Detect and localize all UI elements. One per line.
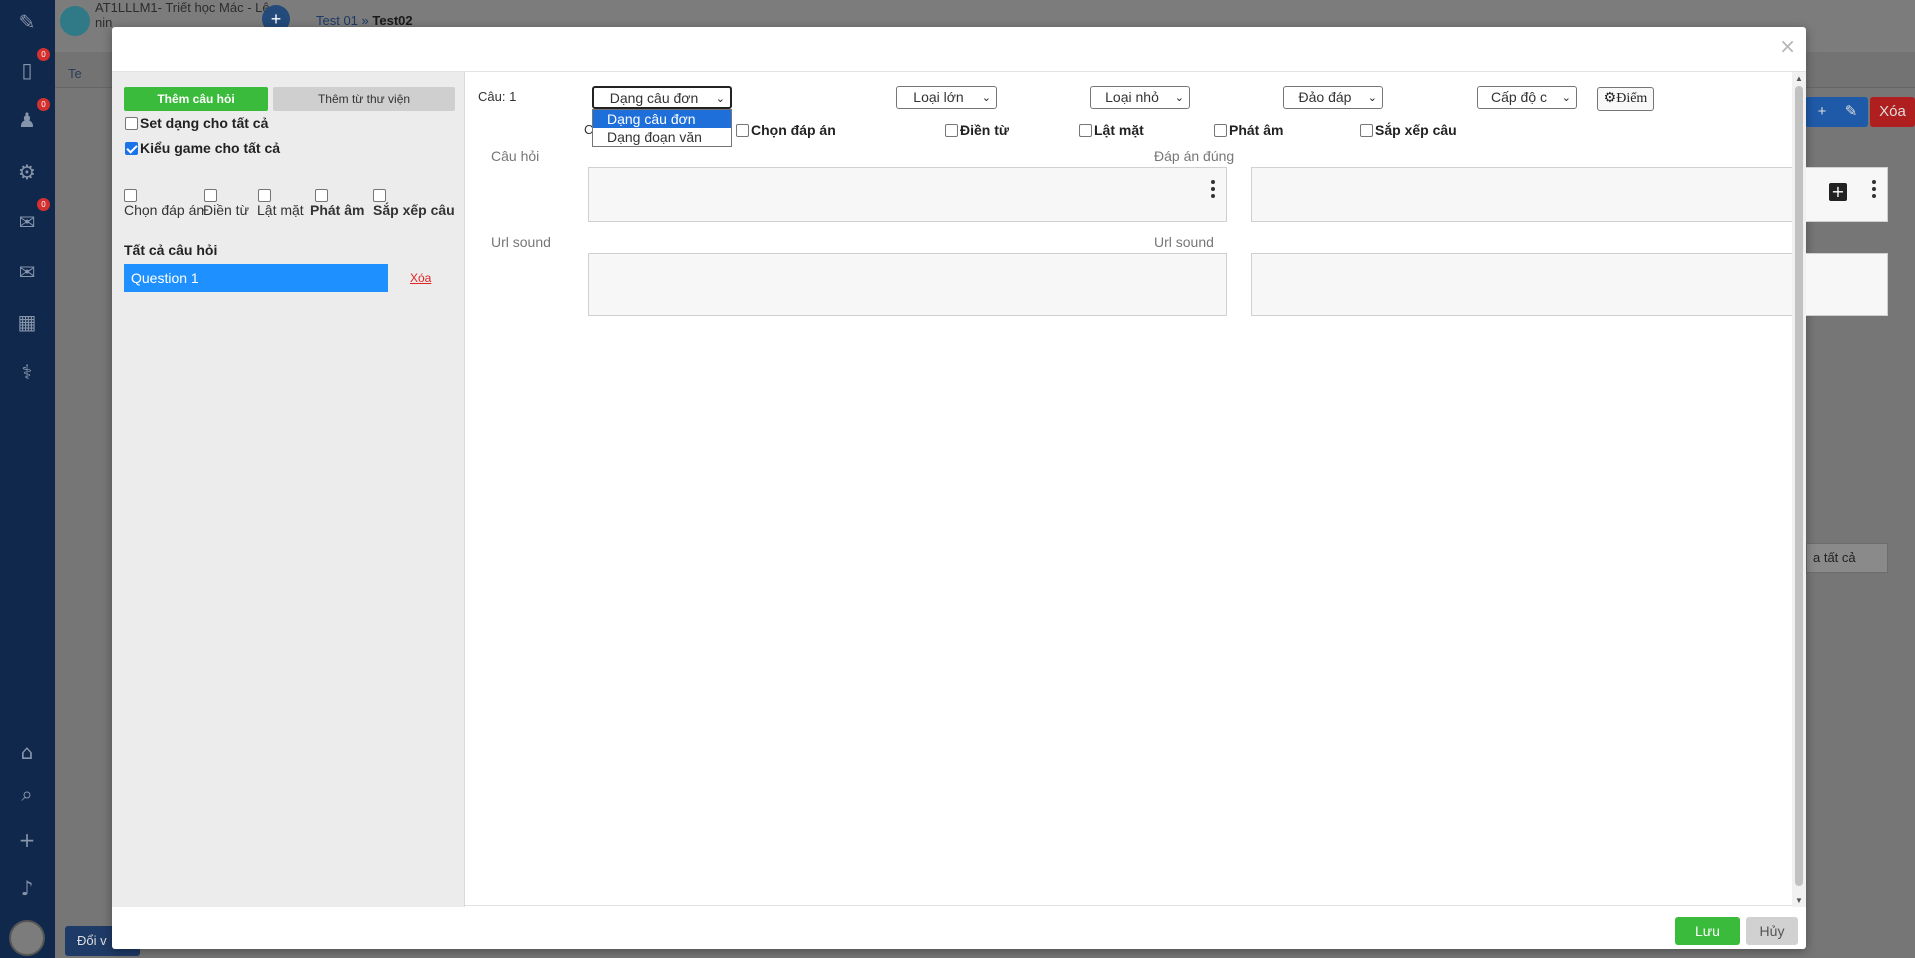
checkbox[interactable] [373, 189, 386, 202]
scrollbar[interactable]: ▲ ▼ [1792, 72, 1806, 907]
question-detail-panel: Câu: 1 Dạng câu đơn ⌄ Dạng câu đơn Dạng … [466, 72, 1888, 907]
plus-icon[interactable]: + [1829, 183, 1847, 201]
chevron-down-icon: ⌄ [715, 92, 725, 105]
settings-icon[interactable]: ⚙ [15, 160, 39, 184]
mail-icon[interactable]: ✉ [15, 260, 39, 284]
big-category-select[interactable]: Loại lớn ⌄ [896, 86, 997, 109]
close-icon[interactable]: × [1779, 34, 1796, 58]
small-category-select[interactable]: Loại nhỏ ⌄ [1090, 86, 1190, 109]
question-number: Câu: 1 [478, 89, 517, 104]
question-field[interactable] [588, 167, 1227, 222]
gear-icon: ⚙ [1603, 91, 1617, 106]
check-pronounce[interactable]: Phát âm [1214, 122, 1283, 138]
game-option-sort-sentence[interactable]: Sắp xếp câu [373, 189, 455, 218]
modal-footer: Lưu Hủy [112, 906, 1806, 949]
check-fill-word[interactable]: Điền từ [945, 122, 1009, 138]
tab-label[interactable]: Te [68, 66, 82, 81]
breadcrumb-current: Test02 [372, 13, 413, 28]
check-choose-answer[interactable]: Chọn đáp án [736, 122, 836, 138]
answer-label: Đáp án đúng [1154, 148, 1235, 164]
course-title: AT1LLLM1- Triết học Mác - Lê nin [95, 0, 270, 30]
scroll-up-icon[interactable]: ▲ [1795, 74, 1803, 83]
scroll-down-icon[interactable]: ▼ [1795, 896, 1803, 905]
game-type-all-label: Kiểu game cho tất cả [140, 140, 281, 156]
shuffle-select[interactable]: Đảo đáp ⌄ [1283, 86, 1383, 109]
select-all-button[interactable]: a tất cả [1806, 543, 1888, 573]
level-select[interactable]: Cấp độ c ⌄ [1477, 86, 1577, 109]
course-logo [60, 6, 90, 36]
question-type-select[interactable]: Dạng câu đơn ⌄ [592, 86, 732, 109]
chevron-right-icon: » [361, 13, 373, 28]
users-icon[interactable]: ♟ [15, 108, 39, 132]
home-icon[interactable]: ⌂ [15, 740, 39, 764]
checkbox[interactable] [258, 189, 271, 202]
chevron-down-icon: ⌄ [1561, 91, 1571, 104]
url-sound-label: Url sound [491, 234, 551, 250]
chevron-down-icon: ⌄ [981, 91, 991, 104]
checkbox[interactable] [945, 123, 958, 137]
more-options-icon[interactable] [1871, 180, 1877, 202]
notification-badge: 0 [37, 48, 50, 61]
cancel-button[interactable]: Hủy [1746, 917, 1798, 945]
set-type-all-label: Set dạng cho tất cả [140, 115, 269, 131]
notification-badge: 0 [37, 98, 50, 111]
game-option-choose-answer[interactable]: Chọn đáp án [124, 189, 204, 218]
url-sound-field[interactable] [588, 253, 1227, 316]
chevron-down-icon: ⌄ [1174, 91, 1184, 104]
checkbox[interactable] [1079, 123, 1092, 137]
search-icon[interactable]: ⌕ [15, 782, 39, 806]
app-sidebar: ✎ ▯ 0 ♟ 0 ⚙ ✉ 0 ✉ ▦ ⚕ ⌂ ⌕ + ♪ [0, 0, 55, 958]
url-sound-label: Url sound [1154, 234, 1214, 250]
save-button[interactable]: Lưu [1675, 917, 1740, 945]
checkbox[interactable] [204, 189, 217, 202]
game-option-pronounce[interactable]: Phát âm [310, 189, 364, 218]
question-type-dropdown: Dạng câu đơn Dạng đoạn văn [592, 109, 732, 147]
game-option-fill-word[interactable]: Điền từ [203, 189, 249, 218]
checkbox[interactable] [125, 141, 138, 155]
question-list-panel: Thêm câu hỏi Thêm từ thư viện Set dạng c… [112, 72, 465, 907]
dropdown-option[interactable]: Dạng câu đơn [593, 110, 731, 128]
game-option-flip[interactable]: Lật mặt [257, 189, 304, 218]
checkbox[interactable] [125, 116, 138, 130]
score-button[interactable]: ⚙Điểm [1597, 87, 1654, 111]
checkbox[interactable] [315, 189, 328, 202]
add-from-library-button[interactable]: Thêm từ thư viện [273, 87, 455, 111]
calendar-icon[interactable]: ▦ [15, 310, 39, 334]
delete-button[interactable]: Xóa [1870, 97, 1915, 127]
chevron-down-icon: ⌄ [1367, 91, 1377, 104]
check-sort-sentence[interactable]: Sắp xếp câu [1360, 122, 1457, 138]
question-editor-modal: × Thêm câu hỏi Thêm từ thư viện Set dạng… [112, 27, 1888, 949]
more-options-icon[interactable] [1210, 180, 1216, 202]
chat-icon[interactable]: ✉ [15, 210, 39, 234]
avatar[interactable] [9, 920, 45, 956]
checkbox[interactable] [1360, 123, 1373, 137]
plus-icon[interactable]: + [15, 828, 39, 852]
notification-badge: 0 [37, 198, 50, 211]
check-flip[interactable]: Lật mặt [1079, 122, 1144, 138]
scroll-thumb[interactable] [1795, 86, 1803, 886]
question-label: Câu hỏi [491, 148, 540, 164]
game-type-all-checkbox[interactable]: Kiểu game cho tất cả [125, 140, 280, 156]
edit-icon[interactable]: ✎ [1834, 97, 1868, 127]
checkbox[interactable] [736, 123, 749, 137]
breadcrumb: Test 01 » Test02 [316, 13, 413, 28]
modal-body: Thêm câu hỏi Thêm từ thư viện Set dạng c… [112, 71, 1888, 907]
all-questions-heading: Tất cả câu hỏi [124, 242, 218, 258]
delete-question-link[interactable]: Xóa [410, 271, 431, 285]
dropdown-option[interactable]: Dạng đoạn văn [593, 128, 731, 146]
profile-icon[interactable]: ⚕ [15, 360, 39, 384]
edit-icon[interactable]: ✎ [15, 10, 39, 34]
add-question-button[interactable]: Thêm câu hỏi [124, 87, 268, 111]
checkbox[interactable] [124, 189, 137, 202]
breadcrumb-item[interactable]: Test 01 [316, 13, 358, 28]
list-item[interactable]: Question 1 [124, 264, 388, 292]
document-icon[interactable]: ▯ [15, 58, 39, 82]
set-type-all-checkbox[interactable]: Set dạng cho tất cả [125, 115, 268, 131]
bell-icon[interactable]: ♪ [15, 876, 39, 900]
checkbox[interactable] [1214, 123, 1227, 137]
